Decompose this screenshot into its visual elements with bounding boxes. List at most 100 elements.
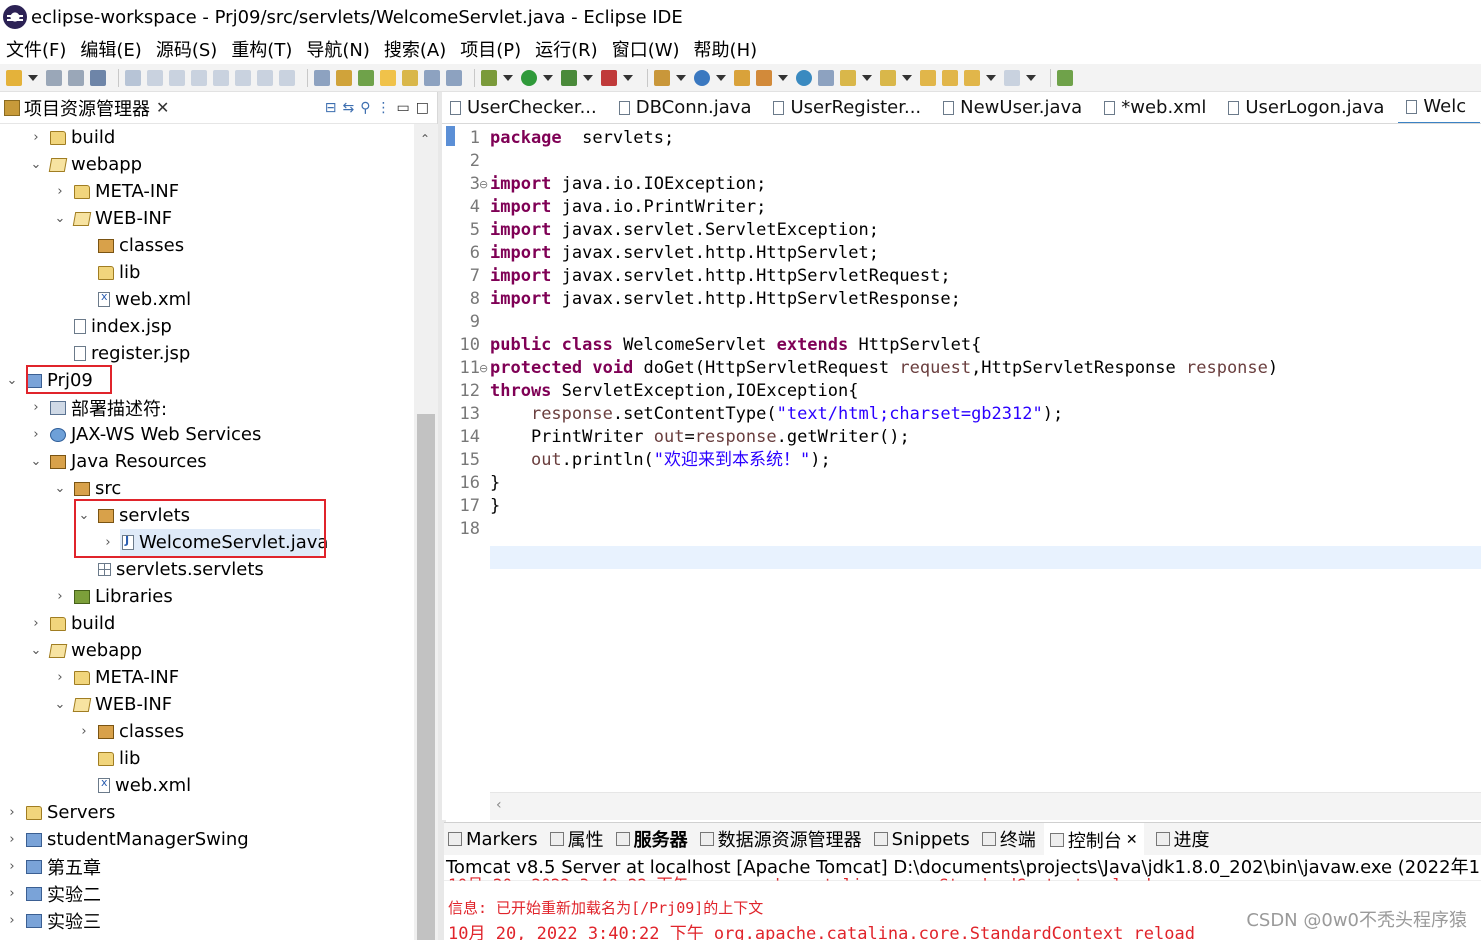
terminate-icon[interactable]: [191, 69, 207, 86]
tree-item[interactable]: ⌄ src: [54, 475, 122, 502]
tree-item[interactable]: › META-INF: [54, 178, 179, 205]
chevron-right-icon[interactable]: ›: [54, 670, 66, 685]
run-icon[interactable]: [521, 69, 537, 86]
new-server-icon[interactable]: [654, 69, 670, 86]
web-browser-icon[interactable]: [796, 69, 812, 86]
save-icon[interactable]: [46, 69, 62, 86]
tree-item[interactable]: ⌄ Java Resources: [30, 448, 207, 475]
tree-item[interactable]: › 实验三: [6, 907, 101, 934]
debug-icon[interactable]: [481, 69, 497, 86]
tree-item[interactable]: ⌄ webapp: [30, 151, 143, 178]
step-return-icon[interactable]: [279, 69, 295, 86]
new-server-dropdown-icon[interactable]: [676, 74, 686, 81]
menu-item-1[interactable]: 编辑(E): [80, 36, 141, 62]
coverage-dropdown-icon[interactable]: [583, 74, 593, 81]
panel-tab[interactable]: 控制台 ✕: [1043, 823, 1144, 855]
step-into-icon[interactable]: [235, 69, 251, 86]
step-over-icon[interactable]: [257, 69, 273, 86]
chevron-right-icon[interactable]: ›: [54, 589, 66, 604]
panel-tab[interactable]: 服务器: [612, 826, 688, 852]
search-icon[interactable]: [818, 69, 834, 86]
view-menu-icon[interactable]: ⋮: [377, 100, 391, 116]
editor-tab[interactable]: UserLogon.java: [1220, 92, 1398, 123]
coverage-icon[interactable]: [561, 69, 577, 86]
show-whitespace-icon[interactable]: [446, 69, 462, 86]
tree-item[interactable]: › 第五章: [6, 853, 101, 880]
toggle-highlight-icon[interactable]: [380, 69, 396, 86]
chevron-right-icon[interactable]: ›: [6, 859, 18, 874]
new-class-icon[interactable]: [694, 69, 710, 86]
run-dropdown-icon[interactable]: [543, 74, 553, 81]
last-edit-icon[interactable]: [920, 69, 936, 86]
editor-tab[interactable]: UserChecker...: [442, 92, 611, 123]
link-editor-icon[interactable]: ⇆: [343, 100, 355, 116]
back-dropdown-icon[interactable]: [986, 74, 996, 81]
panel-tab[interactable]: 属性: [546, 826, 604, 852]
panel-tab[interactable]: 终端: [978, 826, 1036, 852]
chevron-right-icon[interactable]: ›: [6, 832, 18, 847]
external-tools-icon[interactable]: [601, 69, 617, 86]
menu-item-2[interactable]: 源码(S): [156, 36, 217, 62]
fold-icon[interactable]: ⊖: [479, 362, 488, 375]
tree-item[interactable]: ⌄ WEB-INF: [54, 691, 173, 718]
next-annotation-dropdown-icon[interactable]: [862, 74, 872, 81]
tree-item[interactable]: lib: [78, 745, 140, 772]
chevron-right-icon[interactable]: ›: [30, 427, 42, 442]
tree-item[interactable]: › classes: [78, 718, 184, 745]
tree-item[interactable]: › 实验二: [6, 880, 101, 907]
scrollbar-thumb[interactable]: [417, 414, 435, 940]
chevron-down-icon[interactable]: ⌄: [6, 373, 18, 388]
fold-icon[interactable]: ⊖: [479, 178, 488, 191]
chevron-right-icon[interactable]: ›: [54, 184, 66, 199]
scroll-up-icon[interactable]: ⌃: [420, 132, 430, 146]
suspend-icon[interactable]: [169, 69, 185, 86]
chevron-down-icon[interactable]: ⌄: [54, 697, 66, 712]
tree-item[interactable]: register.jsp: [54, 340, 190, 367]
scroll-left-icon[interactable]: ‹: [496, 797, 502, 813]
resume-icon[interactable]: [147, 69, 163, 86]
panel-tab[interactable]: 数据源资源管理器: [696, 826, 862, 852]
tree-item[interactable]: › Servers: [6, 799, 115, 826]
menu-item-5[interactable]: 搜索(A): [384, 36, 446, 62]
chevron-right-icon[interactable]: ›: [6, 805, 18, 820]
next-annotation-icon[interactable]: [840, 69, 856, 86]
chevron-right-icon[interactable]: ›: [30, 130, 42, 145]
mark-occurrences-icon[interactable]: [336, 69, 352, 86]
tree-item[interactable]: web.xml: [78, 772, 191, 799]
menu-item-8[interactable]: 窗口(W): [612, 36, 680, 62]
tree-item[interactable]: ⌄ webapp: [30, 637, 143, 664]
editor-tab[interactable]: NewUser.java: [935, 92, 1096, 123]
chevron-down-icon[interactable]: ⌄: [30, 454, 42, 469]
open-project-icon[interactable]: [734, 69, 750, 86]
previous-annotation-icon[interactable]: [880, 69, 896, 86]
minimize-icon[interactable]: ▭: [397, 100, 410, 116]
tree-item[interactable]: › studentManagerSwing: [6, 826, 248, 853]
tree-item[interactable]: › Libraries: [54, 583, 172, 610]
menu-item-6[interactable]: 项目(P): [460, 36, 521, 62]
chevron-down-icon[interactable]: ⌄: [30, 157, 42, 172]
menu-item-3[interactable]: 重构(T): [231, 36, 292, 62]
tree-item[interactable]: › JAX-WS Web Services: [30, 421, 261, 448]
panel-tab[interactable]: 进度: [1152, 826, 1210, 852]
collapse-all-icon[interactable]: ⊟: [325, 100, 337, 116]
new-dropdown-icon[interactable]: [28, 74, 38, 81]
chevron-down-icon[interactable]: ⌄: [54, 211, 66, 226]
deploy-icon[interactable]: [756, 69, 772, 86]
horizontal-scrollbar[interactable]: ‹: [490, 792, 1481, 820]
tree-item[interactable]: servlets.servlets: [78, 556, 264, 583]
deploy-dropdown-icon[interactable]: [778, 74, 788, 81]
chevron-down-icon[interactable]: ⌄: [30, 643, 42, 658]
tree-item[interactable]: › META-INF: [54, 664, 179, 691]
chevron-right-icon[interactable]: ›: [30, 400, 42, 415]
forward-back-icon[interactable]: [964, 69, 980, 86]
open-perspective-icon[interactable]: [1057, 69, 1073, 86]
block-selection-icon[interactable]: [424, 69, 440, 86]
external-tools-dropdown-icon[interactable]: [623, 74, 633, 81]
skip-breakpoints-icon[interactable]: [125, 69, 141, 86]
tree-item[interactable]: classes: [78, 232, 184, 259]
chevron-down-icon[interactable]: ⌄: [54, 481, 66, 496]
close-icon[interactable]: ✕: [1126, 832, 1138, 848]
open-type-icon[interactable]: [358, 69, 374, 86]
back-icon[interactable]: [942, 69, 958, 86]
explorer-title[interactable]: 项目资源管理器: [24, 95, 150, 121]
